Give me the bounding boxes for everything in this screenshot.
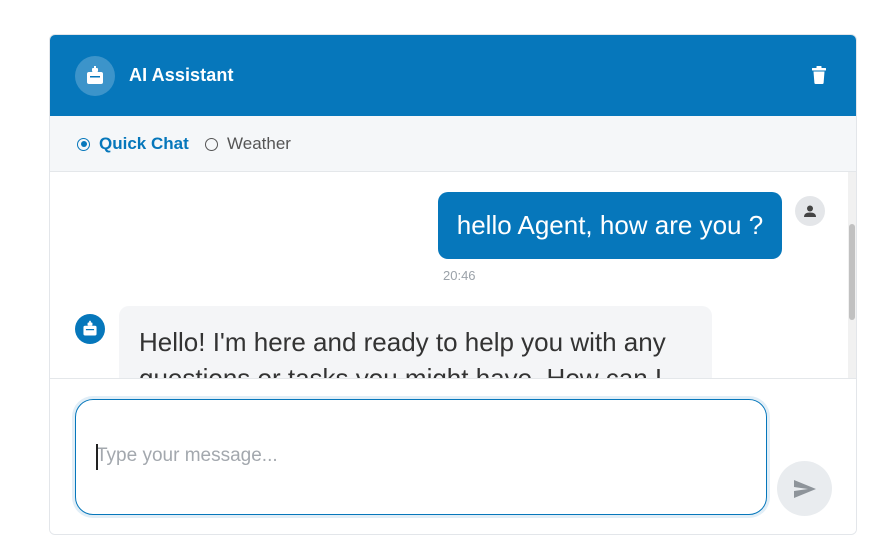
send-icon — [793, 479, 816, 498]
tab-label: Quick Chat — [99, 134, 189, 153]
text-caret — [96, 444, 98, 470]
chat-header: AI Assistant — [50, 35, 856, 116]
robot-icon — [87, 66, 103, 84]
assistant-avatar — [75, 56, 115, 96]
tab-weather[interactable]: Weather — [205, 134, 291, 154]
radio-unselected-icon — [205, 137, 218, 151]
assistant-message-bubble: Hello! I'm here and ready to help you wi… — [119, 306, 712, 378]
message-timestamp: 20:46 — [443, 268, 476, 283]
assistant-title: AI Assistant — [129, 65, 234, 85]
send-button[interactable] — [777, 461, 832, 516]
user-avatar — [795, 196, 825, 226]
user-message-text: hello Agent, how are you ? — [456, 210, 764, 240]
message-composer — [50, 378, 856, 534]
message-input[interactable] — [96, 445, 736, 475]
scrollbar-thumb[interactable] — [849, 224, 855, 320]
person-icon — [804, 205, 816, 217]
assistant-message-text: Hello! I'm here and ready to help you wi… — [139, 327, 666, 378]
message-list[interactable]: hello Agent, how are you ? 20:46 Hello! … — [50, 172, 856, 378]
message-input-box[interactable] — [75, 399, 767, 515]
bot-avatar — [75, 314, 105, 344]
trash-icon[interactable] — [812, 66, 826, 84]
radio-selected-icon — [77, 137, 90, 151]
tab-quick-chat[interactable]: Quick Chat — [77, 134, 189, 154]
chat-widget: AI Assistant Quick Chat Weather hello Ag… — [49, 34, 857, 535]
tab-label: Weather — [227, 134, 291, 153]
user-message-bubble: hello Agent, how are you ? — [438, 192, 782, 259]
message-scrollbar[interactable] — [848, 172, 856, 378]
robot-icon — [83, 320, 97, 336]
mode-tabs: Quick Chat Weather — [50, 116, 856, 172]
